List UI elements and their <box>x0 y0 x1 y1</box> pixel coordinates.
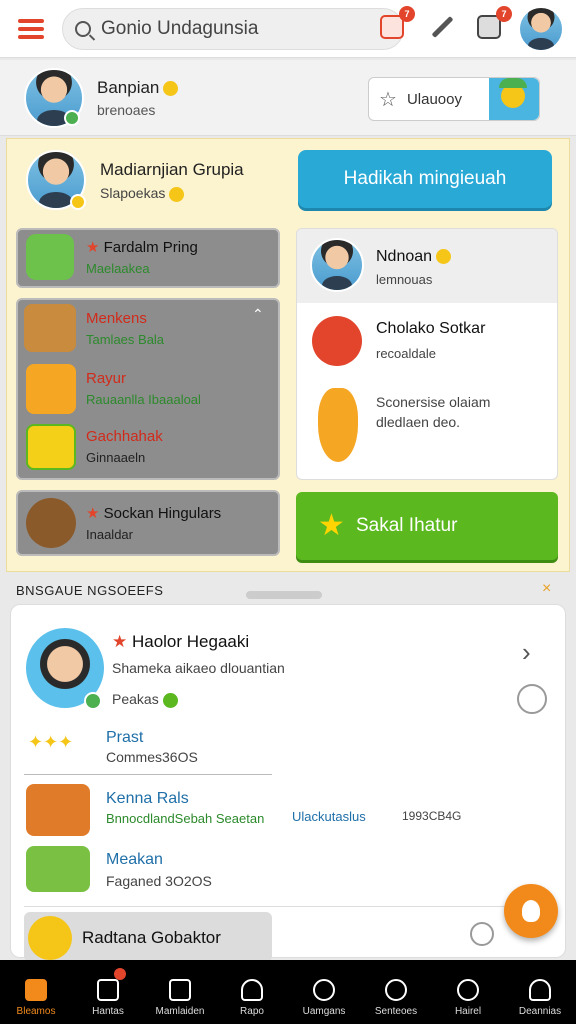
info-description: Sconersise olaiam dledlaen deo. <box>376 394 491 430</box>
divider <box>24 774 272 775</box>
divider <box>24 906 554 907</box>
character-icon <box>26 784 90 836</box>
list-row-title[interactable]: Kenna Rals <box>106 790 189 808</box>
card-title[interactable]: Rayur <box>86 370 126 387</box>
section-header: BNSGAUE NGSOEEFS <box>16 583 164 598</box>
card-title: ★ Sockan Hingulars <box>86 505 222 522</box>
list-row-extra: Ulackutaslus <box>292 809 366 824</box>
shield-icon <box>241 979 263 1001</box>
card-title: ★ Fardalm Pring <box>86 239 198 256</box>
lightbulb-fab[interactable] <box>504 884 558 938</box>
profile-name: Banpian <box>97 78 179 98</box>
list-row-subtitle: Commes36OS <box>106 749 198 765</box>
main-tag: Peakas <box>112 691 178 708</box>
main-subtitle: Shameka aikaeo dlouantian <box>112 660 285 676</box>
badge-icon <box>70 194 86 210</box>
character-icon <box>312 316 362 366</box>
list-row-code: 1993CB4G <box>402 809 462 823</box>
primary-action-button[interactable]: Hadikah mingieuah <box>298 150 552 208</box>
mail-icon[interactable]: 7 <box>474 6 512 42</box>
info-avatar[interactable] <box>310 238 364 292</box>
nav-item-profile[interactable]: Deannias <box>504 960 576 1024</box>
flame-icon <box>318 388 358 462</box>
nav-item-store[interactable]: Hantas <box>72 960 144 1024</box>
nav-item-history[interactable]: Hairel <box>432 960 504 1024</box>
screen-icon <box>169 979 191 1001</box>
home-icon <box>25 979 47 1001</box>
favorite-button[interactable]: ☆ Ulauooy <box>368 77 540 121</box>
character-icon <box>26 498 76 548</box>
nav-item-search[interactable]: Uamgans <box>288 960 360 1024</box>
nav-item-home[interactable]: Bleamos <box>0 960 72 1024</box>
badge-icon <box>26 424 76 470</box>
mascot-icon <box>489 78 539 120</box>
smile-icon <box>169 186 185 202</box>
chevron-up-icon[interactable]: ⌃ <box>252 306 264 323</box>
info-subtitle: lemnouas <box>376 272 433 287</box>
search-icon <box>313 979 335 1001</box>
emoji-icon: ✦✦✦ <box>28 732 74 752</box>
smile-icon <box>436 249 452 265</box>
list-row-title[interactable]: Meakan <box>106 851 163 869</box>
character-icon <box>28 916 72 960</box>
group-subtitle: Slapoekas <box>100 185 185 202</box>
smile-icon <box>163 81 179 97</box>
notification-badge: 7 <box>399 6 415 22</box>
info-item-subtitle: recoaldale <box>376 346 436 361</box>
drag-handle[interactable] <box>246 591 322 599</box>
online-status-icon <box>84 692 102 710</box>
card-subtitle: Rauaanlla Ibaaaloal <box>86 392 201 407</box>
lightbulb-icon <box>522 900 540 922</box>
card-title[interactable]: Menkens <box>86 310 147 327</box>
crate-icon <box>24 304 76 352</box>
nav-item-screen[interactable]: Mamlaiden <box>144 960 216 1024</box>
search-bar[interactable]: Gonio Undagunsia <box>62 7 404 50</box>
group-title: Madiarnjian Grupia <box>100 160 244 179</box>
card-title[interactable]: Gachhahak <box>86 428 163 445</box>
list-row-subtitle: Faganed 3O2OS <box>106 873 212 889</box>
card-subtitle: Tamlaes Bala <box>86 332 165 347</box>
online-status-icon <box>64 110 80 126</box>
close-icon[interactable]: × <box>542 580 551 598</box>
favorite-label: Ulauooy <box>406 90 462 108</box>
bottom-nav: Bleamos Hantas Mamlaiden Rapo Uamgans Se… <box>0 960 576 1024</box>
notification-icon[interactable]: 7 <box>377 6 415 42</box>
gift-icon <box>26 234 74 280</box>
star-outline-icon: ☆ <box>379 88 397 111</box>
star-icon: ★ <box>318 509 345 542</box>
refresh-icon[interactable] <box>470 922 494 946</box>
info-item-title[interactable]: Cholako Sotkar <box>376 320 485 338</box>
pen-icon[interactable] <box>428 12 458 42</box>
green-action-button[interactable]: ★ Sakal Ihatur <box>296 492 558 560</box>
list-row-subtitle: BnnocdlandSebah Seaetan <box>106 811 265 826</box>
profile-subtitle: brenoaes <box>97 102 156 118</box>
chevron-right-icon[interactable]: › <box>522 637 531 668</box>
menu-icon[interactable] <box>18 18 44 39</box>
clock-icon <box>457 979 479 1001</box>
user-avatar[interactable] <box>518 6 564 52</box>
list-row-title[interactable]: Prast <box>106 729 143 747</box>
check-icon <box>162 692 178 708</box>
user-icon <box>529 979 551 1001</box>
search-icon <box>385 979 407 1001</box>
nav-item-shield[interactable]: Rapo <box>216 960 288 1024</box>
mail-badge: 7 <box>496 6 512 22</box>
character-icon <box>26 846 90 892</box>
card-subtitle: Inaaldar <box>86 527 133 542</box>
card-subtitle: Ginnaaeln <box>86 450 146 465</box>
nav-item-explore[interactable]: Senteoes <box>360 960 432 1024</box>
main-title[interactable]: ★ Haolor Hegaaki <box>112 632 249 652</box>
nav-badge <box>113 968 126 980</box>
character-icon <box>26 364 76 414</box>
search-text: Gonio Undagunsia <box>101 17 259 39</box>
loading-icon[interactable] <box>517 684 547 714</box>
list-row-title: Radtana Gobaktor <box>82 928 221 947</box>
search-icon <box>75 20 91 37</box>
info-title: Ndnoan <box>376 248 452 266</box>
store-icon <box>97 979 119 1001</box>
card-subtitle: Maelaakea <box>86 261 150 276</box>
